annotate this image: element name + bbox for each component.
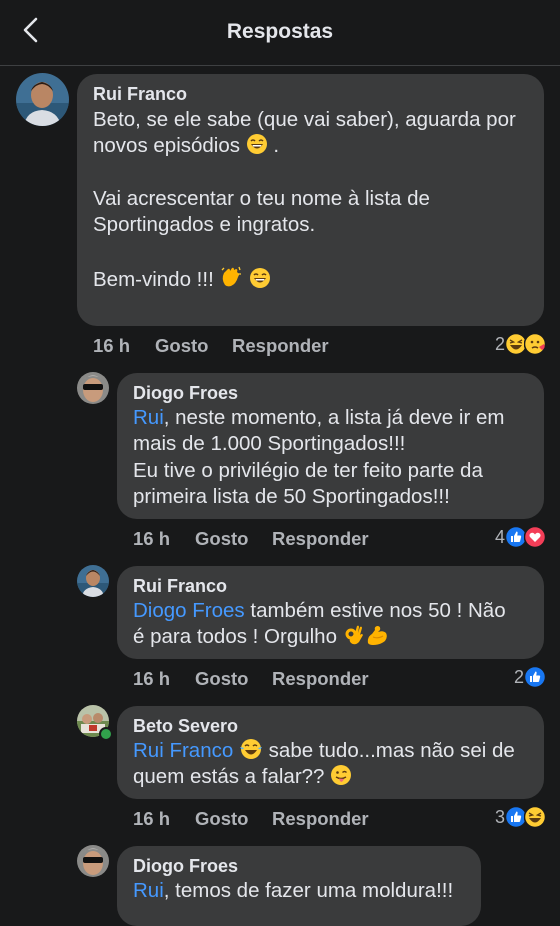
reaction-summary[interactable]: 3 (495, 806, 546, 828)
comment-text: é para todos ! Orgulho (133, 625, 337, 648)
comment-author[interactable]: Beto Severo (133, 716, 238, 737)
reaction-summary[interactable]: 4 (495, 526, 546, 548)
reaction-summary[interactable]: 2 (514, 666, 546, 688)
timestamp: 16 h (133, 808, 171, 829)
comment-actions: 16 h Gosto Responder (133, 808, 543, 832)
comment-bubble[interactable]: Rui Franco Beto, se ele sabe (que vai sa… (77, 74, 544, 326)
like-link[interactable]: Gosto (155, 335, 208, 357)
reply-link[interactable]: Responder (232, 335, 329, 357)
comment-text: Eu tive o privilégio de ter feito parte … (133, 459, 483, 482)
reply-link[interactable]: Responder (272, 668, 369, 690)
comment-bubble[interactable]: Diogo Froes Rui, neste momento, a lista … (117, 373, 544, 519)
grinning-emoji-icon (249, 267, 271, 289)
reaction-count: 3 (494, 806, 505, 827)
comment-text: sabe tudo...mas não sei de (268, 739, 515, 762)
mention-link[interactable]: Rui Franco (133, 739, 233, 762)
like-link[interactable]: Gosto (195, 668, 248, 690)
timestamp: 16 h (133, 528, 171, 549)
comment-actions: 16 h Gosto Responder (93, 335, 543, 359)
comment-text: também estive nos 50 ! Não (244, 599, 506, 622)
comment-bubble[interactable]: Rui Franco Diogo Froes também estive nos… (117, 566, 544, 659)
comment-text: Beto, se ele sabe (que vai saber), aguar… (93, 108, 516, 131)
comment-text: primeira lista de 50 Sportingados!!! (133, 485, 450, 508)
reaction-count: 4 (494, 526, 505, 547)
ok-hand-emoji-icon (343, 624, 365, 646)
online-status-dot (99, 727, 113, 741)
page-title: Respostas (226, 20, 334, 43)
laugh-icon (524, 806, 546, 828)
top-bar: Respostas (0, 0, 560, 66)
comment-text: Vai acrescentar o teu nome à lista de (93, 187, 430, 210)
avatar[interactable] (77, 372, 109, 404)
sad-kiss-icon (524, 333, 546, 355)
avatar[interactable] (77, 845, 109, 877)
comment-author[interactable]: Diogo Froes (133, 856, 238, 877)
comment-bubble[interactable]: Beto Severo Rui Franco sabe tudo...mas n… (117, 706, 544, 799)
reaction-count: 2 (494, 333, 505, 354)
comment-actions: 16 h Gosto Responder (133, 528, 543, 552)
mention-link[interactable]: Rui (133, 879, 164, 902)
reply-link[interactable]: Responder (272, 808, 369, 830)
winking-tongue-emoji-icon (330, 764, 352, 786)
timestamp: 16 h (93, 335, 131, 356)
mention-link[interactable]: Diogo Froes (133, 599, 245, 622)
tears-of-joy-emoji-icon (239, 738, 263, 760)
comment-text: Bem-vindo !!! (93, 268, 214, 291)
reply-link[interactable]: Responder (272, 528, 369, 550)
like-link[interactable]: Gosto (195, 808, 248, 830)
like-link[interactable]: Gosto (195, 528, 248, 550)
grinning-emoji-icon (246, 133, 268, 155)
comment-text: , temos de fazer uma moldura!!! (163, 879, 454, 902)
reaction-summary[interactable]: 2 (495, 333, 546, 355)
comment-author[interactable]: Rui Franco (133, 576, 227, 597)
comment-text: quem estás a falar?? (133, 765, 325, 788)
avatar[interactable] (16, 73, 69, 126)
mention-link[interactable]: Rui (133, 406, 164, 429)
love-icon (524, 526, 546, 548)
comment-text: Sportingados e ingratos. (93, 213, 316, 236)
comment-author[interactable]: Diogo Froes (133, 383, 238, 404)
comment-text: , neste momento, a lista já deve ir em (163, 406, 505, 429)
comment-text: mais de 1.000 Sportingados!!! (133, 432, 406, 455)
like-icon (524, 666, 546, 688)
clapping-hands-emoji-icon (219, 265, 243, 289)
comment-author[interactable]: Rui Franco (93, 84, 187, 105)
timestamp: 16 h (133, 668, 171, 689)
comment-text: novos episódios (93, 134, 241, 157)
flexed-biceps-emoji-icon (365, 624, 389, 646)
comment-bubble[interactable]: Diogo Froes Rui, temos de fazer uma mold… (117, 846, 481, 926)
reaction-count: 2 (513, 666, 524, 687)
comment-actions: 16 h Gosto Responder (133, 668, 543, 692)
avatar[interactable] (77, 565, 109, 597)
